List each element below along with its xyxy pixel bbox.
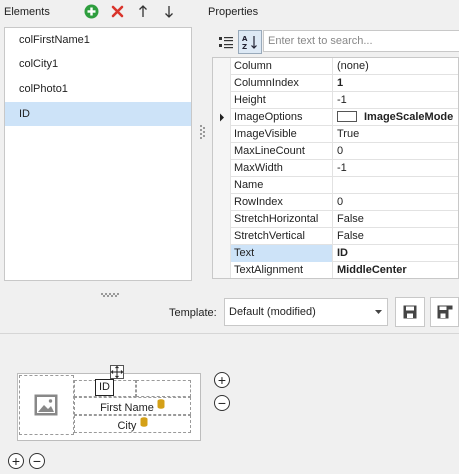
- add-column-button[interactable]: +: [214, 372, 230, 388]
- save-icon[interactable]: [395, 297, 425, 327]
- alphabetical-sort-icon[interactable]: AZ: [238, 30, 262, 54]
- property-value[interactable]: 0: [334, 194, 458, 211]
- move-handle-icon[interactable]: [110, 365, 124, 379]
- elements-title: Elements: [4, 6, 50, 18]
- list-item[interactable]: colCity1: [5, 52, 191, 76]
- property-value[interactable]: 0: [334, 143, 458, 160]
- property-row[interactable]: Height -1: [213, 92, 458, 109]
- property-row[interactable]: StretchHorizontal False: [213, 211, 458, 228]
- dropdown-arrow-icon[interactable]: [374, 299, 383, 335]
- vertical-splitter-grip[interactable]: [200, 125, 205, 141]
- expand-arrow-icon[interactable]: [213, 109, 231, 126]
- arrow-down-icon[interactable]: [161, 3, 177, 19]
- list-item-selected[interactable]: ID: [5, 102, 191, 126]
- property-name: MaxWidth: [231, 160, 333, 177]
- arrow-up-icon[interactable]: [135, 3, 151, 19]
- property-row[interactable]: ImageVisible True: [213, 126, 458, 143]
- empty-cell[interactable]: [136, 380, 191, 397]
- categorized-icon[interactable]: [214, 30, 238, 54]
- properties-title: Properties: [208, 6, 259, 18]
- search-input[interactable]: [263, 30, 459, 52]
- section-divider: [0, 333, 459, 334]
- id-element-selected[interactable]: ID: [95, 379, 114, 396]
- property-row[interactable]: MaxWidth -1: [213, 160, 458, 177]
- property-value[interactable]: [334, 177, 458, 194]
- property-name: Column: [231, 58, 333, 75]
- property-value[interactable]: ID: [334, 245, 458, 262]
- svg-text:A: A: [242, 35, 248, 43]
- save-as-icon[interactable]: [430, 297, 459, 327]
- property-grid[interactable]: Column (none) ColumnIndex 1 Height -1 Image…: [212, 57, 459, 279]
- horizontal-splitter-grip[interactable]: [101, 288, 121, 297]
- property-name: StretchHorizontal: [231, 211, 333, 228]
- remove-column-button[interactable]: −: [214, 395, 230, 411]
- property-name: TextAlignment: [231, 262, 333, 278]
- list-item[interactable]: colPhoto1: [5, 77, 191, 101]
- property-value[interactable]: -1: [334, 92, 458, 109]
- property-row[interactable]: StretchVertical False: [213, 228, 458, 245]
- property-value-row[interactable]: ImageScaleMode: [334, 109, 458, 126]
- property-name: ImageVisible: [231, 126, 333, 143]
- image-placeholder-icon: [34, 394, 58, 419]
- database-field-icon: [140, 416, 148, 433]
- property-name: MaxLineCount: [231, 143, 333, 160]
- first-name-label: First Name: [100, 402, 154, 414]
- property-row[interactable]: Name: [213, 177, 458, 194]
- list-item[interactable]: colFirstName1: [5, 28, 191, 52]
- image-swatch: [337, 111, 357, 122]
- add-row-button[interactable]: +: [8, 453, 24, 469]
- property-value[interactable]: True: [334, 126, 458, 143]
- property-name: Height: [231, 92, 333, 109]
- property-name: RowIndex: [231, 194, 333, 211]
- remove-row-button[interactable]: −: [29, 453, 45, 469]
- property-name: ImageOptions: [231, 109, 333, 126]
- property-row-selected[interactable]: Text ID: [213, 245, 458, 262]
- property-value[interactable]: MiddleCenter: [334, 262, 458, 278]
- property-name: StretchVertical: [231, 228, 333, 245]
- id-label: ID: [99, 381, 110, 393]
- property-name: ColumnIndex: [231, 75, 333, 92]
- properties-toolbar: AZ: [208, 27, 459, 57]
- property-row[interactable]: MaxLineCount 0: [213, 143, 458, 160]
- property-value[interactable]: (none): [334, 58, 458, 75]
- database-field-icon: [157, 398, 165, 415]
- svg-text:Z: Z: [242, 43, 247, 50]
- property-name: Text: [231, 245, 333, 262]
- add-icon[interactable]: [83, 3, 99, 19]
- city-cell[interactable]: City: [74, 415, 191, 433]
- template-combo[interactable]: Default (modified): [224, 298, 388, 326]
- property-value: ImageScaleMode: [364, 111, 454, 123]
- property-value[interactable]: -1: [334, 160, 458, 177]
- city-label: City: [117, 420, 137, 432]
- property-row[interactable]: ColumnIndex 1: [213, 75, 458, 92]
- property-value[interactable]: False: [334, 228, 458, 245]
- template-label: Template:: [169, 307, 217, 319]
- property-row[interactable]: RowIndex 0: [213, 194, 458, 211]
- remove-icon[interactable]: [109, 3, 125, 19]
- photo-cell[interactable]: [19, 375, 74, 435]
- property-row[interactable]: TextAlignment MiddleCenter: [213, 262, 458, 278]
- property-value[interactable]: 1: [334, 75, 458, 92]
- property-value[interactable]: False: [334, 211, 458, 228]
- template-value: Default (modified): [229, 306, 316, 318]
- elements-list[interactable]: colFirstName1 colCity1 colPhoto1 ID: [4, 27, 192, 281]
- first-name-cell[interactable]: First Name: [74, 397, 191, 415]
- property-row[interactable]: ImageOptions ImageScaleMode: [213, 109, 458, 126]
- property-row[interactable]: Column (none): [213, 58, 458, 75]
- property-name: Name: [231, 177, 333, 194]
